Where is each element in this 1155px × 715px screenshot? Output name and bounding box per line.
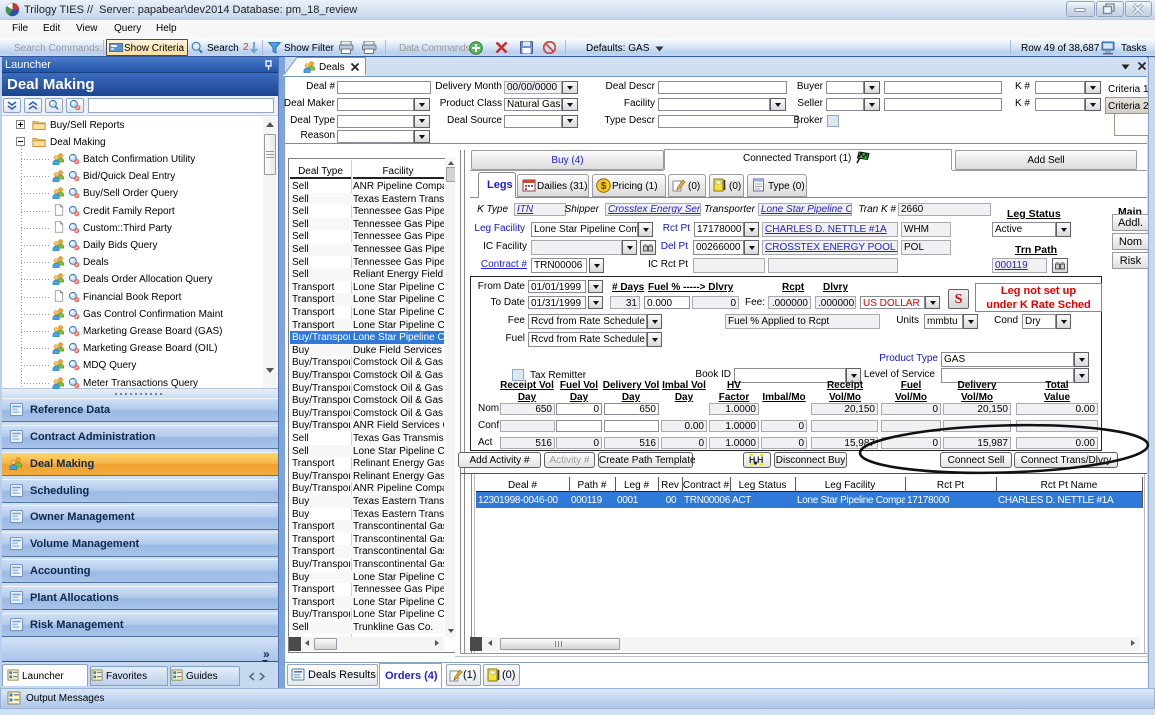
svg-text:$: $	[601, 181, 607, 192]
